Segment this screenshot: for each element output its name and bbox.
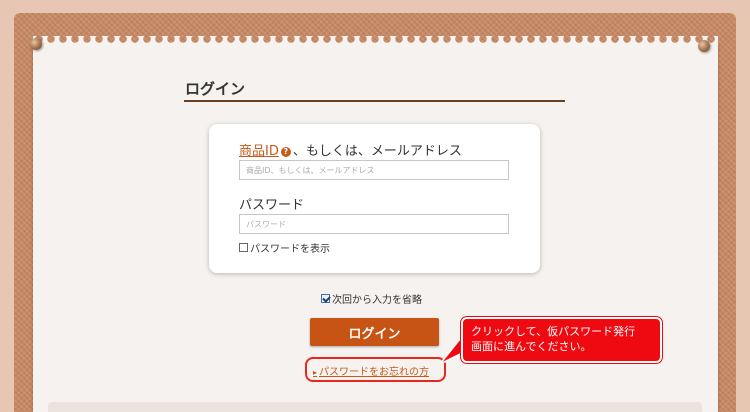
callout-line-2: 画面に進んでください。 [471,340,592,353]
arrow-right-icon: ▸ [313,368,318,377]
id-field-label: 商品ID? 、もしくは、メールアドレス [239,140,462,159]
show-password-label: パスワードを表示 [250,244,330,255]
remember-me-checkbox[interactable] [321,294,330,303]
page-title: ログイン [185,80,246,98]
paper-torn-edge [33,36,718,50]
callout-line-1: クリックして、仮パスワード発行 [471,325,636,338]
pushpin-icon [698,40,710,52]
forgot-password-link[interactable]: ▸ パスワードをお忘れの方 [313,363,429,378]
next-section-strip [48,402,702,412]
password-input[interactable] [239,214,509,234]
login-button[interactable]: ログイン [310,318,439,346]
pushpin-icon [30,38,42,50]
id-field-label-text: 、もしくは、メールアドレス [292,144,462,159]
remember-me-option[interactable]: 次回から入力を省略 [321,291,422,306]
title-divider [184,100,565,102]
product-id-link[interactable]: 商品ID [239,144,279,159]
id-email-input[interactable] [239,160,509,180]
instruction-callout: クリックして、仮パスワード発行 画面に進んでください。 [461,317,662,363]
show-password-checkbox[interactable] [239,243,248,252]
show-password-option[interactable]: パスワードを表示 [239,240,330,255]
forgot-password-label: パスワードをお忘れの方 [319,367,430,378]
password-field-label: パスワード [239,198,305,213]
help-icon[interactable]: ? [280,147,291,157]
remember-me-label: 次回から入力を省略 [332,295,422,306]
